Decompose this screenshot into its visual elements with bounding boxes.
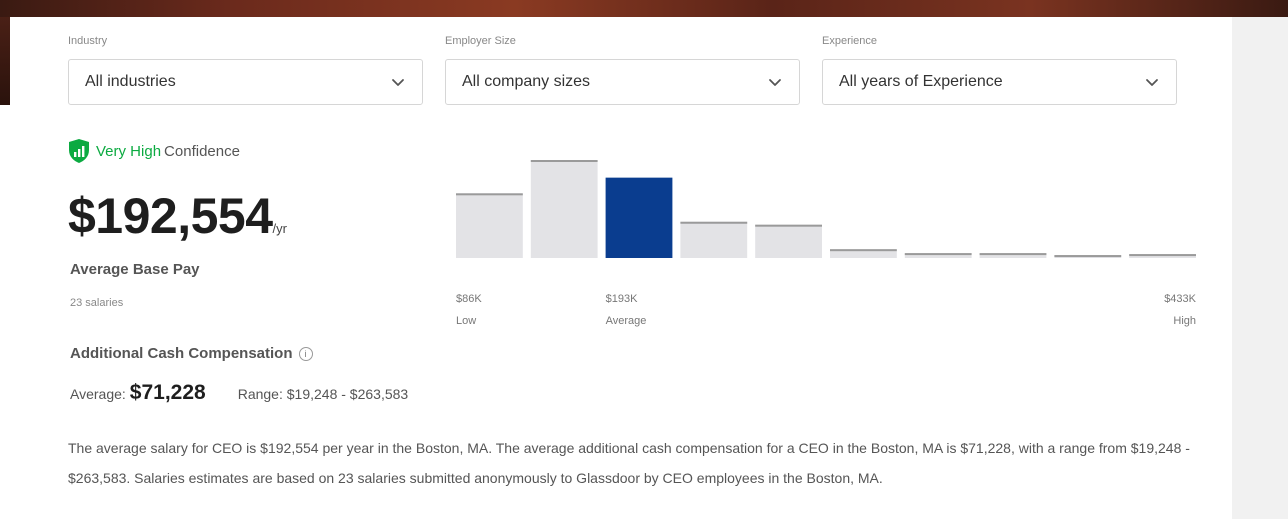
salary-card: Industry All industries Employer Size Al… [10,17,1232,519]
industry-select-value: All industries [85,73,176,90]
chevron-down-icon [769,79,781,86]
histogram-bar-cap [830,249,897,252]
additional-cash-summary: Average: $71,228 Range: $19,248 - $263,5… [70,381,408,405]
histogram-tick-caption: High [1173,315,1196,327]
histogram-bar-cap [456,193,523,196]
histogram-bar-cap [1054,255,1122,258]
header-background-edge [0,17,10,105]
industry-select[interactable]: All industries [68,59,423,105]
histogram-bar [605,177,673,258]
salary-count: 23 salaries [70,297,124,309]
histogram-bar [680,221,748,258]
additional-average-value: $71,228 [129,381,206,404]
experience-select-value: All years of Experience [839,73,1003,90]
histogram-bar-cap [979,253,1047,256]
additional-average-label: Average: [70,386,126,402]
additional-range-label: Range: [237,386,283,402]
histogram-bar-cap [530,160,598,162]
histogram-bar [456,193,523,258]
employer-size-select[interactable]: All company sizes [445,59,800,105]
confidence-suffix: Confidence [164,142,240,160]
additional-cash-title: Additional Cash Compensation [70,345,293,362]
histogram-bar-cap [755,224,822,227]
base-pay-period: /yr [272,221,287,236]
salary-description: The average salary for CEO is $192,554 p… [68,440,1190,486]
histogram-tick-caption: Low [456,315,476,327]
experience-select[interactable]: All years of Experience [822,59,1177,105]
additional-cash-compensation-heading: Additional Cash Compensation i [70,345,313,362]
histogram-tick-value: $433K [1164,293,1196,305]
average-base-pay: $192,554/yr [68,187,287,245]
histogram-tick-value: $193K [606,293,638,305]
shield-check-icon [69,139,89,163]
chevron-down-icon [1146,79,1158,86]
histogram-bar-cap [1129,254,1196,257]
employer-size-select-value: All company sizes [462,73,591,90]
histogram-bar [755,224,822,258]
confidence-level: Very High [96,142,162,160]
histogram-bar-cap [680,221,748,224]
salary-histogram: $86K Low $193K Average $433K High [456,160,1197,327]
page-side-gutter [1232,17,1288,519]
base-pay-amount: $192,554 [68,188,273,244]
additional-range-value: $19,248 - $263,583 [286,386,409,402]
info-icon[interactable]: i [298,346,313,361]
histogram-tick-caption: Average [606,315,647,327]
confidence-indicator: Very High Confidence [68,138,240,164]
industry-filter-label: Industry [68,35,108,47]
histogram-bar-cap [904,253,972,256]
chevron-down-icon [392,79,404,86]
header-background [0,0,1288,17]
experience-filter-label: Experience [822,35,878,47]
histogram-tick-value: $86K [456,293,482,305]
base-pay-label: Average Base Pay [70,261,200,278]
histogram-bar [530,160,598,258]
employer-size-filter-label: Employer Size [445,35,516,47]
